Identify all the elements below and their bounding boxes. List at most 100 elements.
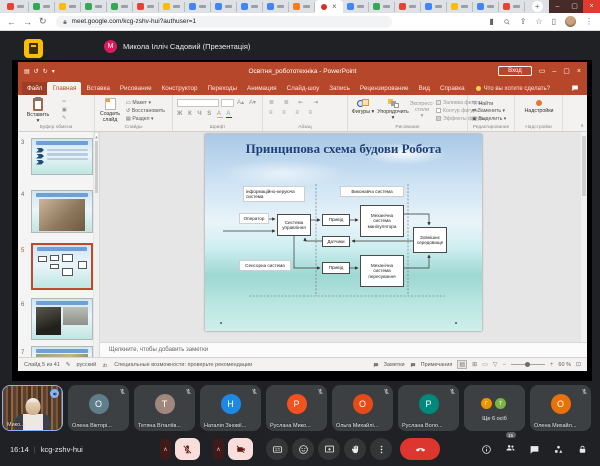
- canvas-scrollbar[interactable]: [581, 132, 587, 342]
- participant-tile[interactable]: О Олена Михайл...: [530, 385, 591, 431]
- browser-tab[interactable]: [185, 2, 211, 12]
- view-slideshow-icon[interactable]: ▽: [493, 361, 498, 368]
- participant-tile[interactable]: Р Руслана Воло...: [398, 385, 459, 431]
- participant-tile[interactable]: О Ольга Михайлі...: [332, 385, 393, 431]
- redo-icon[interactable]: ↻: [43, 68, 48, 75]
- reset-button[interactable]: ↺ Восстановить: [126, 108, 165, 114]
- browser-tab[interactable]: [211, 2, 237, 12]
- thumbnail-slide-4[interactable]: [31, 190, 93, 233]
- reactions-button[interactable]: [292, 438, 314, 460]
- participant-tile[interactable]: Т Тетяна Віталіїв...: [134, 385, 195, 431]
- tab-slideshow[interactable]: Слайд-шоу: [282, 82, 325, 95]
- browser-tab[interactable]: [29, 2, 55, 12]
- browser-tab[interactable]: [55, 2, 81, 12]
- leave-call-button[interactable]: [400, 438, 440, 460]
- more-options-button[interactable]: [370, 438, 392, 460]
- spell-check-icon[interactable]: ✎: [66, 362, 71, 368]
- shrink-font-icon[interactable]: A▾: [249, 99, 256, 106]
- browser-tab[interactable]: [369, 2, 395, 12]
- profile-avatar[interactable]: [565, 16, 576, 27]
- host-controls-lock-icon[interactable]: [577, 444, 588, 455]
- raise-hand-button[interactable]: [344, 438, 366, 460]
- quick-styles-button[interactable]: Экспресс-стили▾: [408, 101, 436, 119]
- arrange-button[interactable]: Упорядочить ▾: [376, 99, 410, 121]
- activities-icon[interactable]: [553, 444, 564, 455]
- paste-button[interactable]: Вставить▾: [23, 98, 53, 124]
- list-buttons[interactable]: ≣ ≣ ⇤ ⇥: [269, 99, 322, 106]
- ppt-close-button[interactable]: ×: [577, 68, 581, 75]
- fit-to-window-icon[interactable]: ⊡: [576, 361, 581, 368]
- tab-review[interactable]: Рецензирование: [355, 82, 414, 95]
- tab-file[interactable]: Файл: [22, 82, 47, 95]
- alignment-buttons[interactable]: ≡ ≡ ≡ ≡: [269, 110, 316, 116]
- view-sorter-icon[interactable]: ⊞: [472, 361, 477, 368]
- notes-toggle[interactable]: Заметки: [384, 362, 405, 368]
- scrollbar-up-icon[interactable]: ▴: [94, 132, 99, 139]
- captions-button[interactable]: [266, 438, 288, 460]
- browser-tab[interactable]: [3, 2, 29, 12]
- browser-tab[interactable]: [159, 2, 185, 12]
- side-panel-icon[interactable]: ▯: [552, 17, 556, 26]
- language-indicator[interactable]: русский: [77, 362, 97, 368]
- select-button[interactable]: ▣ Выделить ▾: [472, 116, 506, 122]
- participant-tile[interactable]: О Олена Вікторі...: [68, 385, 129, 431]
- cut-icon[interactable]: ✂: [62, 99, 66, 105]
- ppt-minimize-button[interactable]: –: [552, 68, 556, 75]
- tab-view[interactable]: Вид: [414, 82, 435, 95]
- tab-draw[interactable]: Рисование: [115, 82, 157, 95]
- zoom-out-button[interactable]: −: [502, 362, 506, 368]
- font-name-box[interactable]: [177, 99, 219, 107]
- chat-panel-icon[interactable]: [529, 444, 540, 455]
- ribbon-display-icon[interactable]: ▭: [539, 67, 546, 75]
- thumbnail-slide-7[interactable]: [31, 346, 93, 357]
- grow-font-icon[interactable]: A▴: [237, 99, 244, 106]
- qat-more-icon[interactable]: ▾: [52, 68, 55, 75]
- view-normal-icon[interactable]: ▤: [457, 360, 467, 369]
- view-reading-icon[interactable]: ▭: [482, 361, 488, 368]
- find-button[interactable]: Найти: [472, 100, 493, 107]
- overflow-participants-tile[interactable]: Г Т Ще 6 осіб: [464, 385, 525, 431]
- share-icon[interactable]: ⇪: [520, 17, 527, 26]
- accessibility-status[interactable]: Специальные возможности: проверьте реком…: [114, 362, 252, 368]
- copy-icon[interactable]: ▣: [62, 107, 67, 113]
- reload-button[interactable]: ↻: [39, 16, 47, 27]
- camera-options-chevron-icon[interactable]: ∧: [213, 438, 224, 460]
- tell-me-box[interactable]: Что вы хотите сделать?: [476, 82, 550, 95]
- meeting-details-icon[interactable]: [481, 444, 492, 455]
- ppt-maximize-button[interactable]: ▢: [563, 67, 570, 75]
- zoom-slider[interactable]: [511, 364, 545, 366]
- close-button[interactable]: ×: [583, 0, 600, 13]
- browser-tab[interactable]: [447, 2, 473, 12]
- tab-close-icon[interactable]: ×: [332, 0, 337, 13]
- thumbnail-slide-6[interactable]: [31, 298, 93, 340]
- browser-tab[interactable]: [473, 2, 499, 12]
- zoom-in-button[interactable]: +: [550, 362, 554, 368]
- maximize-button[interactable]: ▢: [566, 0, 583, 13]
- collapse-ribbon-icon[interactable]: ∧: [580, 123, 584, 129]
- people-panel-button[interactable]: 15: [505, 440, 516, 458]
- minimize-button[interactable]: –: [549, 0, 566, 13]
- font-style-buttons[interactable]: Ж К Ч S A A: [177, 111, 232, 117]
- tab-record[interactable]: Запись: [324, 82, 355, 95]
- tab-help[interactable]: Справка: [435, 82, 470, 95]
- mic-toggle-button[interactable]: [175, 438, 200, 460]
- shapes-button[interactable]: Фигуры ▾: [351, 99, 375, 115]
- slide[interactable]: Принципова схема будови Робота: [205, 134, 482, 331]
- zoom-search-icon[interactable]: [503, 18, 511, 26]
- sign-in-button[interactable]: Вход: [498, 66, 532, 76]
- browser-tab[interactable]: [263, 2, 289, 12]
- tab-animations[interactable]: Анимация: [242, 82, 282, 95]
- new-tab-button[interactable]: +: [532, 1, 543, 12]
- browser-tab[interactable]: [395, 2, 421, 12]
- feedback-icon[interactable]: [571, 84, 579, 92]
- tab-transitions[interactable]: Переходы: [202, 82, 242, 95]
- participant-tile[interactable]: Р Руслана Мико...: [266, 385, 327, 431]
- browser-tab[interactable]: [421, 2, 447, 12]
- browser-tab[interactable]: [289, 2, 315, 12]
- present-button[interactable]: [318, 438, 340, 460]
- new-slide-button[interactable]: Создать слайд: [97, 98, 123, 123]
- save-icon[interactable]: ▤: [24, 68, 30, 75]
- section-button[interactable]: ▤ Раздел ▾: [126, 116, 154, 122]
- tab-insert[interactable]: Вставка: [81, 82, 114, 95]
- browser-tab[interactable]: [133, 2, 159, 12]
